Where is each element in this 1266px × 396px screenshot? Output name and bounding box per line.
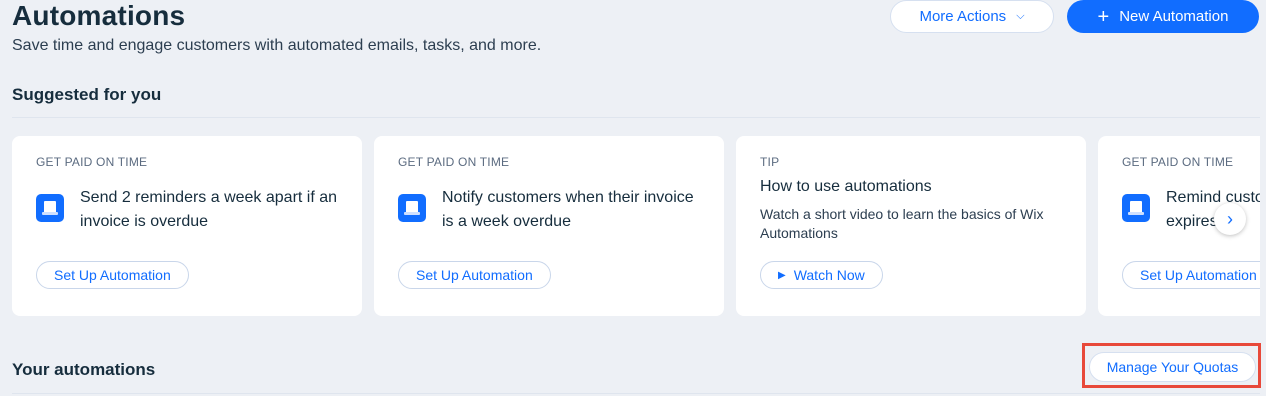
card-text: Notify customers when their invoice is a… <box>442 189 694 230</box>
action-label: Set Up Automation <box>416 267 533 283</box>
invoice-icon <box>1122 194 1150 222</box>
play-icon: ▶ <box>778 269 786 281</box>
action-label: Set Up Automation <box>1140 267 1257 283</box>
card-text: Remind customers when their quote expire… <box>1166 189 1260 230</box>
set-up-automation-button[interactable]: Set Up Automation <box>1122 261 1260 289</box>
card-category: TIP <box>760 155 780 169</box>
more-actions-button[interactable]: More Actions ⌵ <box>890 0 1054 33</box>
invoice-icon <box>36 194 64 222</box>
new-automation-label: New Automation <box>1119 8 1229 25</box>
manage-quotas-button[interactable]: Manage Your Quotas <box>1089 352 1256 382</box>
card-text: Send 2 reminders a week apart if an invo… <box>80 189 338 230</box>
suggestion-card: GET PAID ON TIME Notify customers when t… <box>374 136 724 316</box>
divider <box>12 393 1260 394</box>
set-up-automation-button[interactable]: Set Up Automation <box>36 261 189 289</box>
chevron-down-icon: ⌵ <box>1016 10 1025 22</box>
set-up-automation-button[interactable]: Set Up Automation <box>398 261 551 289</box>
new-automation-button[interactable]: + New Automation <box>1067 0 1259 33</box>
action-label: Set Up Automation <box>54 267 171 283</box>
invoice-icon <box>398 194 426 222</box>
page-title: Automations <box>12 0 186 31</box>
more-actions-label: More Actions <box>919 8 1007 25</box>
tip-description: Watch a short video to learn the basics … <box>760 206 1044 241</box>
tip-card: TIP How to use automations Watch a short… <box>736 136 1086 316</box>
page-subtitle: Save time and engage customers with auto… <box>12 37 542 54</box>
divider <box>12 117 1260 118</box>
carousel-next-button[interactable]: › <box>1214 203 1246 235</box>
suggestion-card: GET PAID ON TIME Send 2 reminders a week… <box>12 136 362 316</box>
plus-icon: + <box>1097 5 1110 28</box>
action-label: Watch Now <box>793 267 865 283</box>
manage-quotas-label: Manage Your Quotas <box>1106 359 1239 375</box>
tip-heading: How to use automations <box>760 178 932 195</box>
card-category: GET PAID ON TIME <box>398 155 510 169</box>
watch-now-button[interactable]: ▶ Watch Now <box>760 261 883 289</box>
suggested-section-title: Suggested for you <box>12 85 162 104</box>
chevron-right-icon: › <box>1227 208 1233 229</box>
card-category: GET PAID ON TIME <box>36 155 148 169</box>
card-category: GET PAID ON TIME <box>1122 155 1234 169</box>
your-automations-title: Your automations <box>12 360 156 379</box>
